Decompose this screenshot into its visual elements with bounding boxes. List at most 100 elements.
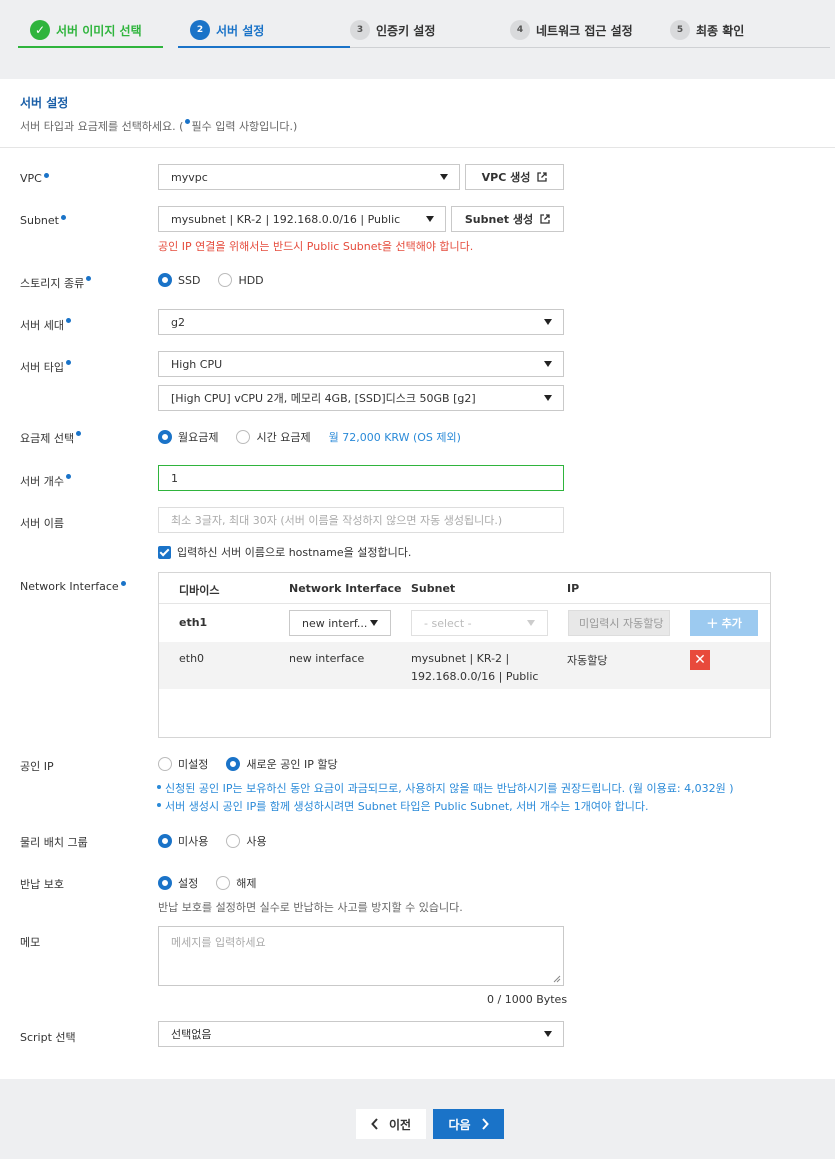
option-label: 사용: [246, 835, 267, 848]
server-settings-card: 서버 설정 서버 타입과 요금제를 선택하세요. (필수 입력 사항입니다.) …: [0, 79, 835, 1079]
new-subnet-select[interactable]: - select -: [411, 610, 548, 636]
next-button[interactable]: 다음: [433, 1109, 504, 1139]
step-image-select[interactable]: ✓ 서버 이미지 선택: [30, 19, 142, 41]
resize-handle-icon[interactable]: [553, 975, 561, 983]
vpc-create-button[interactable]: VPC 생성: [465, 164, 564, 190]
caret-down-icon: [527, 620, 535, 626]
radio-icon[interactable]: [158, 757, 172, 771]
subtitle-suffix: 필수 입력 사항입니다.): [191, 120, 298, 133]
public-ip-note-1: 신청된 공인 IP는 보유하신 동안 요금이 과금되므로, 사용하지 않을 때는…: [157, 782, 734, 795]
script-select[interactable]: 선택없음: [158, 1021, 564, 1047]
storage-radio-group: SSD HDD: [158, 273, 282, 287]
table-row-new: eth1 new interf... - select - 미입력시 자동할당 …: [159, 604, 770, 642]
header-device: 디바이스: [179, 584, 220, 597]
hostname-checkbox[interactable]: 입력하신 서버 이름으로 hostname을 설정합니다.: [158, 544, 411, 560]
return-protection-off-option[interactable]: 해제: [216, 875, 257, 891]
generation-select[interactable]: g2: [158, 309, 564, 335]
billing-hourly-option[interactable]: 시간 요금제: [236, 429, 311, 445]
billing-radio-group: 월요금제 시간 요금제 월 72,000 KRW (OS 제외): [158, 429, 461, 445]
vpc-select[interactable]: myvpc: [158, 164, 460, 190]
subnet-select[interactable]: mysubnet | KR-2 | 192.168.0.0/16 | Publi…: [158, 206, 446, 232]
subnet-create-label: Subnet 생성: [464, 213, 534, 226]
storage-hdd-option[interactable]: HDD: [218, 273, 264, 287]
add-label: 추가: [721, 617, 742, 630]
public-ip-label: 공인 IP: [20, 760, 54, 773]
radio-icon[interactable]: [218, 273, 233, 287]
vpc-value: myvpc: [171, 170, 208, 184]
memo-label: 메모: [20, 936, 41, 949]
chevron-right-icon: [481, 1118, 489, 1130]
new-ip-input[interactable]: 미입력시 자동할당: [568, 610, 670, 636]
return-protection-hint: 반납 보호를 설정하면 실수로 반납하는 사고를 방지할 수 있습니다.: [158, 901, 463, 914]
section-subtitle: 서버 타입과 요금제를 선택하세요. (필수 입력 사항입니다.): [20, 118, 297, 134]
public-ip-new-option[interactable]: 새로운 공인 IP 할당: [226, 756, 338, 772]
new-interface-select[interactable]: new interf...: [289, 610, 391, 636]
checkbox-checked-icon[interactable]: [158, 545, 171, 559]
next-label: 다음: [448, 1117, 471, 1132]
header-interface: Network Interface: [289, 582, 402, 595]
placement-on-option[interactable]: 사용: [226, 833, 267, 849]
radio-icon[interactable]: [216, 876, 231, 890]
header-subnet: Subnet: [411, 582, 456, 595]
server-name-placeholder: 최소 3글자, 최대 30자 (서버 이름을 작성하지 않으면 자동 생성됩니다…: [171, 514, 503, 527]
option-label: 새로운 공인 IP 할당: [246, 758, 338, 771]
required-dot-icon: [43, 173, 49, 178]
radio-checked-icon[interactable]: [226, 757, 241, 771]
script-label: Script 선택: [20, 1031, 76, 1044]
option-label: SSD: [178, 273, 201, 287]
required-dot-icon: [76, 431, 82, 436]
required-dot-icon: [65, 360, 71, 365]
radio-checked-icon[interactable]: [158, 430, 172, 444]
prev-button[interactable]: 이전: [356, 1109, 426, 1139]
name-label: 서버 이름: [20, 517, 64, 530]
add-interface-button[interactable]: + 추가: [690, 610, 758, 636]
server-name-input[interactable]: 최소 3글자, 최대 30자 (서버 이름을 작성하지 않으면 자동 생성됩니다…: [158, 507, 564, 533]
placement-group-radio-group: 미사용 사용: [158, 833, 285, 849]
step-auth-key[interactable]: 3 인증키 설정: [350, 19, 435, 41]
step-final-confirm[interactable]: 5 최종 확인: [670, 19, 744, 41]
step-progress-active: [178, 46, 350, 48]
radio-checked-icon[interactable]: [158, 876, 172, 890]
radio-icon[interactable]: [226, 834, 241, 848]
option-label: 미사용: [178, 835, 209, 848]
public-ip-none-option[interactable]: 미설정: [158, 756, 208, 772]
generation-value: g2: [171, 315, 185, 329]
new-ip-placeholder: 미입력시 자동할당: [579, 617, 664, 630]
placement-group-label: 물리 배치 그룹: [20, 836, 88, 849]
caret-down-icon: [370, 620, 378, 626]
row-interface: new interface: [289, 652, 365, 665]
step-server-settings[interactable]: 2 서버 설정: [190, 19, 264, 41]
new-device: eth1: [179, 616, 208, 629]
required-dot-icon: [185, 119, 191, 124]
external-link-icon: [537, 172, 548, 182]
return-protection-on-option[interactable]: 설정: [158, 875, 198, 891]
step-label: 서버 이미지 선택: [56, 23, 142, 38]
billing-monthly-option[interactable]: 월요금제: [158, 429, 218, 445]
delete-interface-button[interactable]: ✕: [690, 650, 710, 670]
server-spec-select[interactable]: [High CPU] vCPU 2개, 메모리 4GB, [SSD]디스크 50…: [158, 385, 564, 411]
memo-placeholder: 메세지를 입력하세요: [171, 936, 266, 949]
step-label: 최종 확인: [696, 23, 745, 38]
storage-ssd-option[interactable]: SSD: [158, 273, 200, 287]
plus-icon: +: [706, 614, 719, 632]
placement-off-option[interactable]: 미사용: [158, 833, 208, 849]
row-device: eth0: [179, 652, 205, 665]
table-row: eth0 new interface mysubnet | KR-2 | 192…: [159, 642, 770, 689]
divider: [0, 147, 835, 148]
count-input[interactable]: 1: [158, 465, 564, 491]
count-value: 1: [171, 471, 178, 485]
radio-checked-icon[interactable]: [158, 273, 172, 287]
subnet-warning: 공인 IP 연결을 위해서는 반드시 Public Subnet을 선택해야 합…: [158, 240, 474, 253]
vpc-label: VPC: [20, 172, 50, 185]
step-network-access[interactable]: 4 네트워크 접근 설정: [510, 19, 633, 41]
public-ip-note-2: 서버 생성시 공인 IP를 함께 생성하시려면 Subnet 타입은 Publi…: [156, 800, 649, 813]
return-protection-label: 반납 보호: [20, 878, 64, 891]
radio-checked-icon[interactable]: [158, 834, 172, 848]
option-label: 미설정: [178, 758, 209, 771]
section-title: 서버 설정: [20, 96, 69, 110]
subnet-create-button[interactable]: Subnet 생성: [451, 206, 564, 232]
memo-textarea[interactable]: 메세지를 입력하세요: [158, 926, 564, 986]
radio-icon[interactable]: [236, 430, 251, 444]
option-label: 설정: [178, 877, 199, 890]
server-type-select[interactable]: High CPU: [158, 351, 564, 377]
